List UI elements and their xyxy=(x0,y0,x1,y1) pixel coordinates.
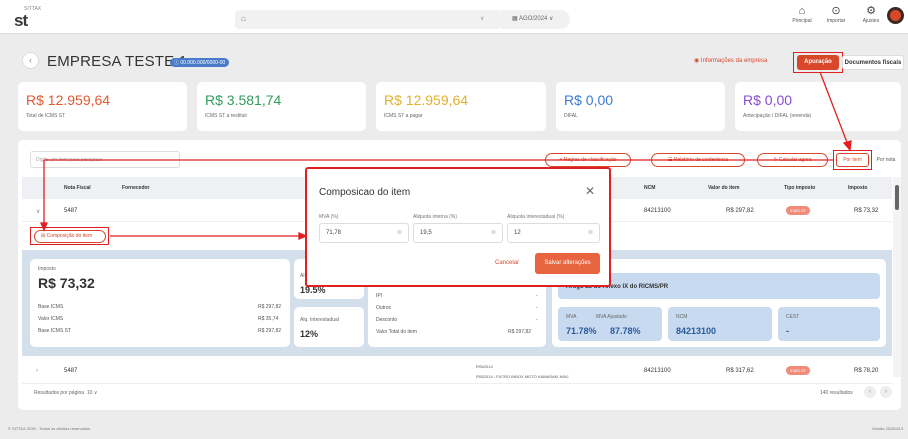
copyright: © SITTAX 2026 - Todos os direitos reserv… xyxy=(8,426,91,431)
chevron-down-icon: ∨ xyxy=(480,16,485,22)
relatorio-button[interactable]: ☰ Relatório de conferência xyxy=(651,153,745,167)
gear-icon: ⚙ xyxy=(866,5,876,17)
company-info-button[interactable]: ◉ Informações da empresa xyxy=(694,57,767,64)
apuracao-button[interactable]: Apuração xyxy=(797,55,839,70)
card-icms-pagar: R$ 12.959,64 ICMS ST a pagar xyxy=(376,82,546,131)
eye-icon: ◉ xyxy=(694,58,700,64)
card-difal: R$ 0,00 DIFAL xyxy=(556,82,725,131)
clear-icon: ⊗ xyxy=(396,230,402,236)
por-item-button[interactable]: Por item xyxy=(836,153,869,167)
upload-icon: ⊙ xyxy=(831,5,841,17)
nav-importar[interactable]: ⊙ Importar xyxy=(816,4,856,24)
logo-text: st xyxy=(14,11,28,30)
clear-icon: ⊗ xyxy=(587,230,593,236)
status-badge: ICMS ST xyxy=(786,206,810,215)
status-badge: ICMS ST xyxy=(786,366,810,375)
chevron-down-icon[interactable]: ∨ xyxy=(36,208,40,215)
back-button[interactable]: ‹ xyxy=(22,52,39,69)
version: Versão 20260113 xyxy=(872,426,904,431)
page-title: EMPRESA TESTE 1 xyxy=(47,53,188,70)
cancel-button[interactable]: Cancelar xyxy=(495,260,519,266)
results-count: 140 resultados xyxy=(820,390,853,396)
modal-title: Composicao do item xyxy=(319,187,411,198)
por-nota-button[interactable]: Por nota xyxy=(872,153,900,167)
scrollbar[interactable] xyxy=(893,177,901,377)
period-value: AGO/2024 xyxy=(519,16,548,22)
imposto-box: Imposto R$ 73,32 Base ICMS R$ 297,82 Valo… xyxy=(30,259,290,347)
aliquota-interestadual-input[interactable]: 12 ⊗ xyxy=(507,223,600,243)
next-page-button[interactable]: › xyxy=(880,386,892,398)
regras-button[interactable]: ≡ Regras de classificação xyxy=(545,153,631,167)
calendar-icon: ▦ xyxy=(512,16,520,22)
building-icon: ⌂ xyxy=(241,14,246,23)
search-input[interactable]: Digite um item para pesquisar xyxy=(30,151,180,168)
close-icon[interactable]: ✕ xyxy=(585,184,595,198)
save-button[interactable]: Salvar alterações xyxy=(535,253,600,274)
calcular-button[interactable]: ↻ Calcular agora xyxy=(757,153,828,167)
sittax-logo[interactable]: SITTAX st xyxy=(12,5,41,30)
period-select[interactable]: ▦ AGO/2024 ∨ xyxy=(500,10,570,29)
mva-input[interactable]: 71,78 ⊗ xyxy=(319,223,409,243)
table-row[interactable]: › 5487 RS62014 RS62014 - FILTRO INBOX MO… xyxy=(22,360,892,384)
clear-icon: ⊗ xyxy=(490,230,496,236)
card-total-icms-st: R$ 12.959,64 Total de ICMS ST xyxy=(18,82,187,131)
card-icms-restituir: R$ 3.581,74 ICMS ST a restituir xyxy=(197,82,366,131)
card-antecipacao: R$ 0,00 Antecipação / DIFAL (revenda) xyxy=(735,82,901,131)
company-select[interactable]: ⌂ ∨ xyxy=(235,10,500,29)
chevron-right-icon[interactable]: › xyxy=(36,368,38,374)
avatar[interactable] xyxy=(887,7,904,24)
documentos-fiscais-button[interactable]: Documentos fiscais xyxy=(842,55,904,70)
nav-ajustes[interactable]: ⚙ Ajustes xyxy=(851,4,891,24)
cnpj-badge: ⓘ 00.000.000/0000-00 xyxy=(170,58,230,67)
highlight-composicao xyxy=(30,227,109,245)
pagination-size[interactable]: Resultados por página 10 ∨ xyxy=(34,390,97,396)
aliquota-interna-input[interactable]: 19,5 ⊗ xyxy=(413,223,503,243)
aliquota-inter-box: Alq. Interestadual 12% xyxy=(294,307,364,347)
composicao-modal: Composicao do item ✕ MVA (%) Aliquota in… xyxy=(305,167,611,287)
prev-page-button[interactable]: ‹ xyxy=(864,386,876,398)
